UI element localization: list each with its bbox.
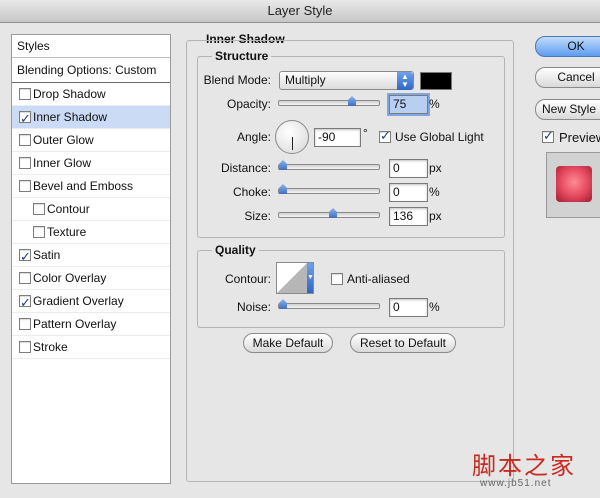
style-item-label: Outer Glow — [33, 133, 94, 147]
style-item-label: Drop Shadow — [33, 87, 106, 101]
angle-dial-icon[interactable] — [275, 120, 309, 154]
size-slider[interactable] — [278, 208, 380, 218]
style-preview-thumbnail — [546, 152, 600, 218]
style-item-contour[interactable]: Contour — [12, 198, 170, 221]
style-checkbox[interactable] — [19, 180, 31, 192]
preview-label: Preview — [559, 130, 600, 145]
style-checkbox[interactable] — [19, 246, 31, 268]
opacity-slider[interactable] — [278, 96, 380, 106]
style-checkbox[interactable] — [19, 108, 31, 130]
style-item-color-overlay[interactable]: Color Overlay — [12, 267, 170, 290]
anti-aliased-checkbox[interactable] — [331, 273, 343, 285]
contour-dropdown-arrow-icon[interactable]: ▼ — [307, 263, 314, 293]
anti-aliased-label: Anti-aliased — [347, 272, 410, 286]
new-style-button[interactable]: New Style — [535, 99, 600, 120]
style-item-label: Inner Shadow — [33, 110, 108, 124]
style-item-texture[interactable]: Texture — [12, 221, 170, 244]
styles-list: Styles Blending Options: Custom Drop Sha… — [11, 34, 171, 484]
opacity-label: Opacity: — [226, 97, 271, 111]
size-label: Size: — [244, 209, 271, 223]
blend-mode-value: Multiply — [285, 73, 326, 87]
style-item-inner-shadow[interactable]: Inner Shadow — [12, 106, 170, 130]
make-default-button[interactable]: Make Default — [243, 333, 333, 353]
style-item-label: Gradient Overlay — [33, 294, 124, 308]
window-title: Layer Style — [0, 0, 600, 23]
style-item-gradient-overlay[interactable]: Gradient Overlay — [12, 290, 170, 314]
style-checkbox[interactable] — [19, 341, 31, 353]
cancel-button[interactable]: Cancel — [535, 67, 600, 88]
choke-unit: % — [429, 185, 440, 199]
blend-mode-label: Blend Mode: — [203, 73, 271, 87]
styles-header[interactable]: Styles — [12, 35, 170, 58]
choke-label: Choke: — [232, 185, 271, 199]
angle-unit: ° — [363, 126, 368, 140]
style-item-label: Contour — [47, 202, 90, 216]
watermark-text: 脚本之家 — [472, 452, 576, 480]
quality-title: Quality — [212, 243, 259, 257]
angle-label: Angle: — [236, 130, 271, 144]
size-input[interactable]: 136 — [389, 207, 428, 226]
shadow-color-swatch[interactable] — [420, 72, 452, 90]
structure-title: Structure — [212, 49, 272, 63]
style-checkbox[interactable] — [19, 157, 31, 169]
blending-options-item[interactable]: Blending Options: Custom — [12, 58, 170, 83]
style-item-label: Texture — [47, 225, 87, 239]
choke-slider[interactable] — [278, 184, 380, 194]
style-item-inner-glow[interactable]: Inner Glow — [12, 152, 170, 175]
use-global-light-checkbox[interactable] — [379, 128, 391, 144]
style-item-outer-glow[interactable]: Outer Glow — [12, 129, 170, 152]
style-item-label: Color Overlay — [33, 271, 107, 285]
contour-curve-icon — [277, 263, 307, 293]
style-item-stroke[interactable]: Stroke — [12, 336, 170, 359]
use-global-light-label: Use Global Light — [395, 130, 484, 144]
style-item-pattern-overlay[interactable]: Pattern Overlay — [12, 313, 170, 336]
distance-slider[interactable] — [278, 160, 380, 170]
quality-group — [197, 250, 505, 328]
blend-mode-select[interactable]: Multiply ▲ ▼ — [279, 71, 414, 90]
style-item-bevel-and-emboss[interactable]: Bevel and Emboss — [12, 175, 170, 198]
style-item-label: Satin — [33, 248, 61, 262]
noise-label: Noise: — [236, 300, 271, 314]
reset-to-default-button[interactable]: Reset to Default — [350, 333, 456, 353]
style-item-label: Inner Glow — [33, 156, 92, 170]
noise-slider[interactable] — [278, 299, 380, 309]
size-unit: px — [429, 209, 442, 223]
style-checkbox[interactable] — [19, 272, 31, 284]
style-item-label: Pattern Overlay — [33, 317, 117, 331]
angle-input[interactable]: -90 — [314, 128, 361, 147]
style-checkbox[interactable] — [19, 292, 31, 314]
noise-unit: % — [429, 300, 440, 314]
preview-swatch — [556, 166, 592, 202]
choke-input[interactable]: 0 — [389, 183, 428, 202]
style-checkbox[interactable] — [33, 226, 45, 238]
opacity-input[interactable]: 75 — [389, 95, 428, 114]
style-item-satin[interactable]: Satin — [12, 244, 170, 268]
style-item-label: Bevel and Emboss — [33, 179, 134, 193]
style-item-drop-shadow[interactable]: Drop Shadow — [12, 83, 170, 106]
style-checkbox[interactable] — [19, 134, 31, 146]
distance-label: Distance: — [220, 161, 271, 175]
style-checkbox[interactable] — [33, 203, 45, 215]
style-checkbox[interactable] — [19, 318, 31, 330]
contour-picker[interactable]: ▼ — [276, 262, 314, 294]
select-arrows-icon: ▲ ▼ — [397, 72, 413, 90]
noise-input[interactable]: 0 — [389, 298, 428, 317]
angle-needle — [292, 137, 293, 150]
distance-unit: px — [429, 161, 442, 175]
distance-input[interactable]: 0 — [389, 159, 428, 178]
ok-button[interactable]: OK — [535, 36, 600, 57]
style-checkbox[interactable] — [19, 88, 31, 100]
preview-checkbox[interactable] — [542, 128, 554, 144]
opacity-unit: % — [429, 97, 440, 111]
watermark-url: www.jb51.net — [480, 478, 552, 489]
style-item-label: Stroke — [33, 340, 68, 354]
contour-label: Contour: — [224, 272, 271, 286]
